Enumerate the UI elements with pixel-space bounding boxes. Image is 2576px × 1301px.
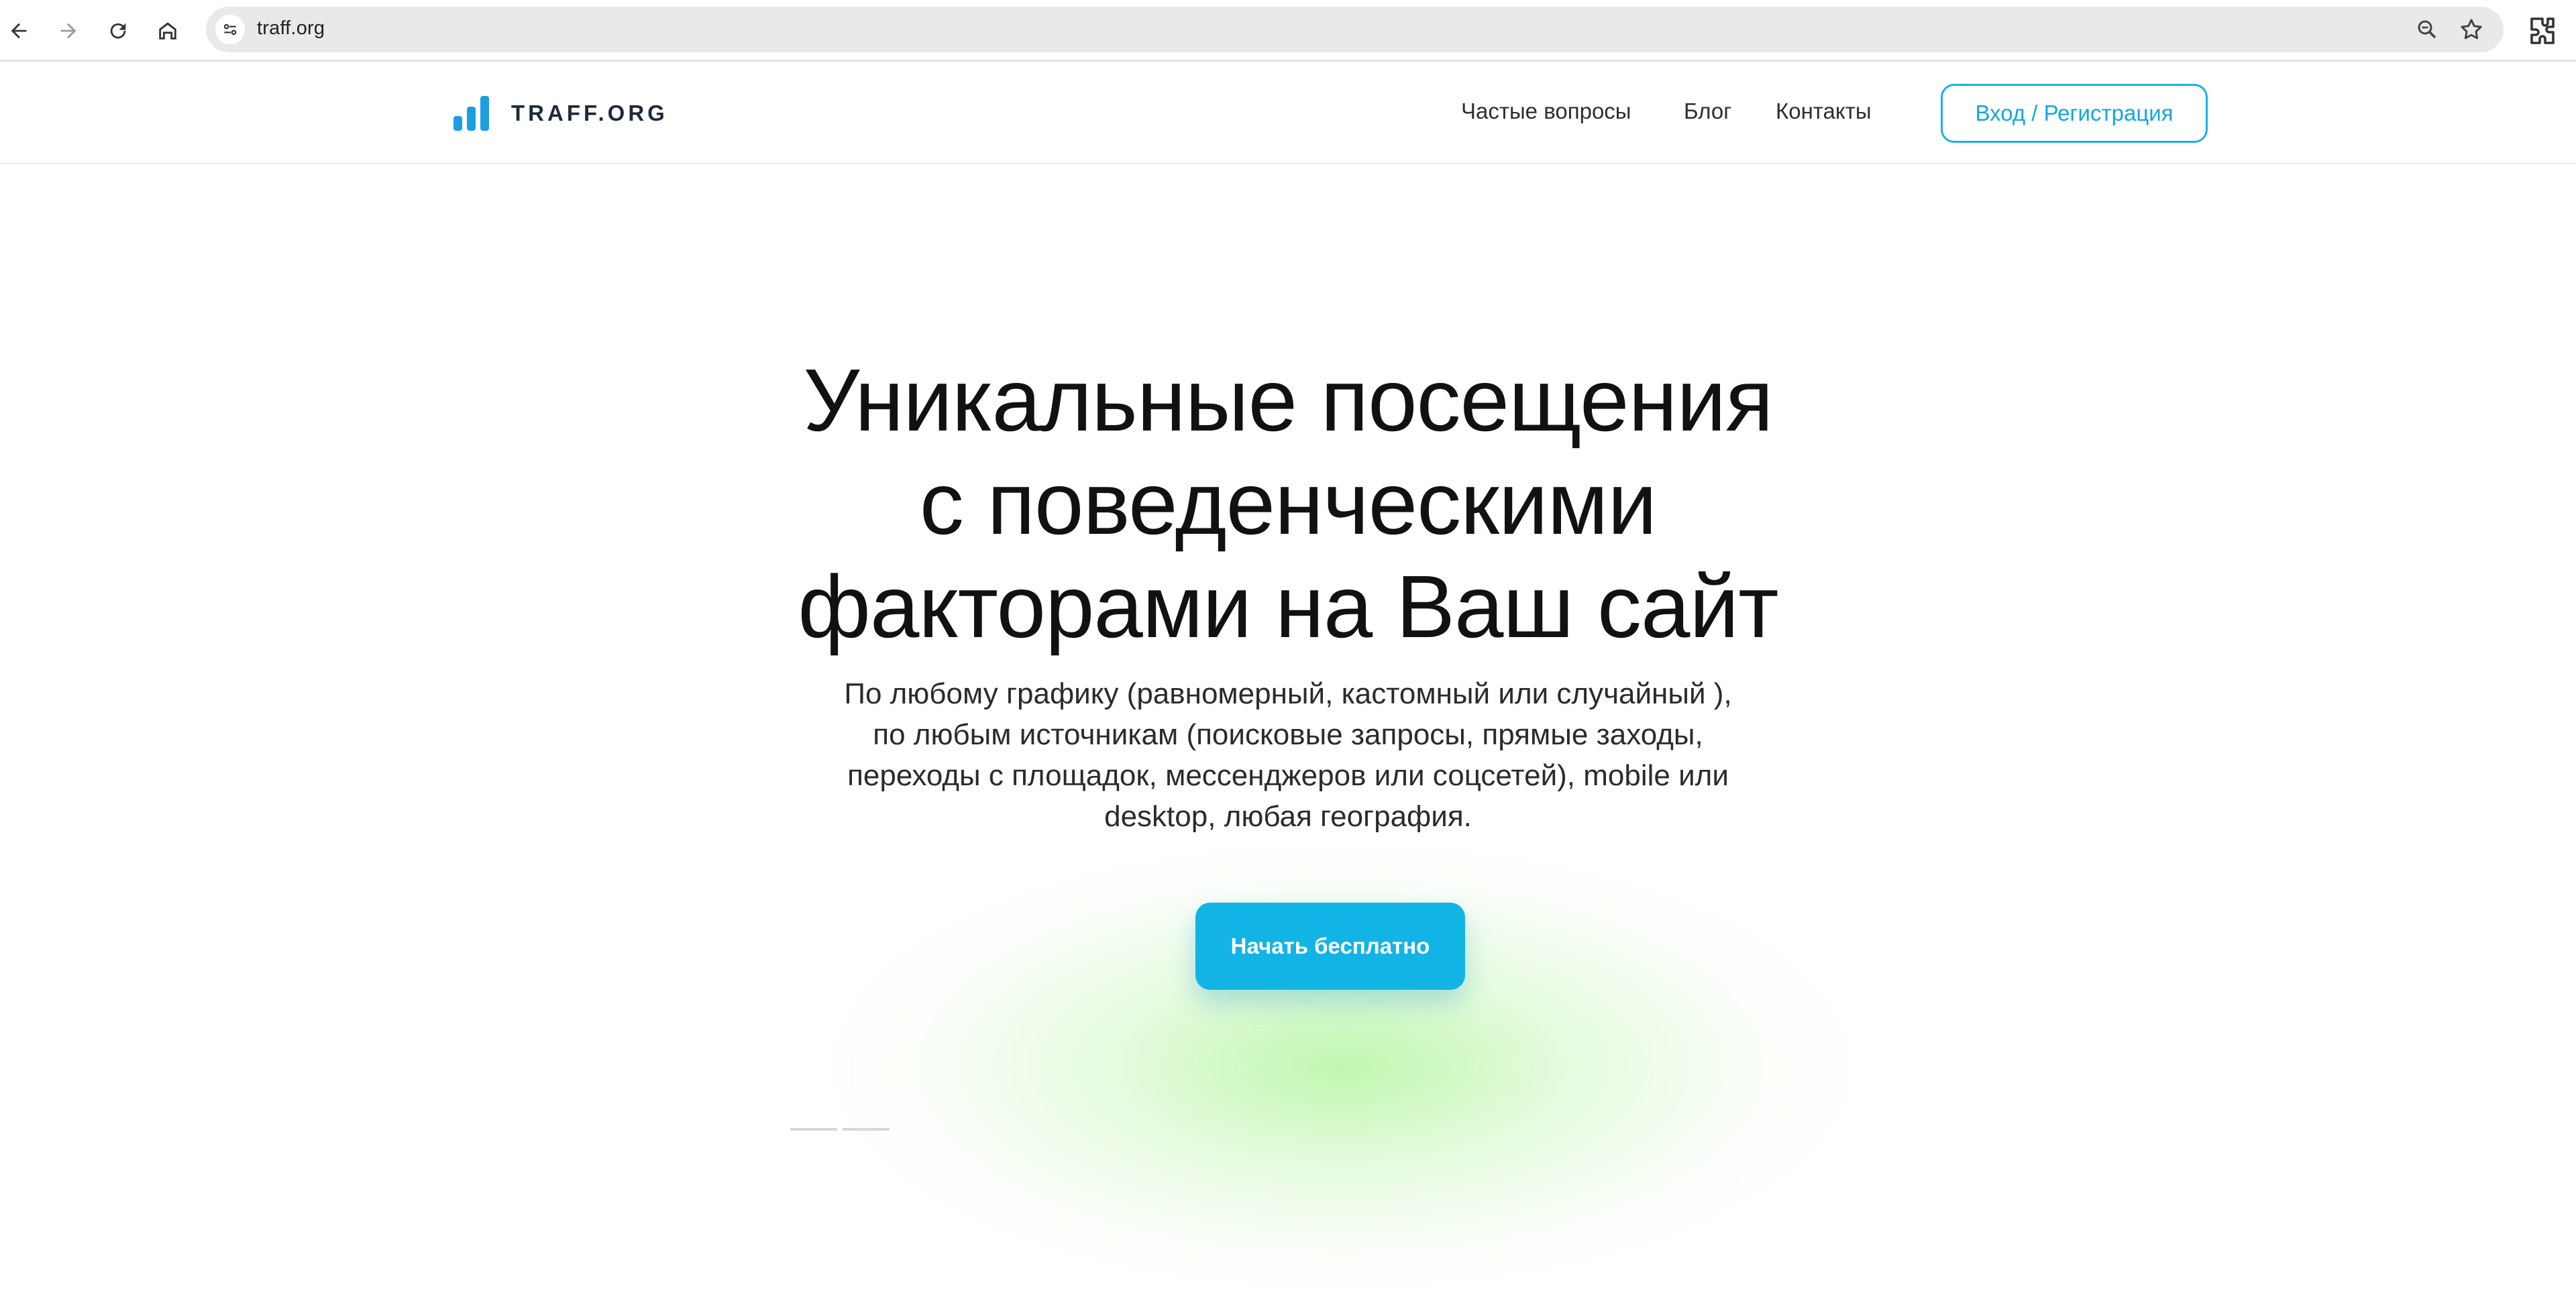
menu-item-faq[interactable]: Частые вопросы <box>1461 99 1631 124</box>
home-icon <box>159 22 176 40</box>
reload-icon <box>110 23 126 39</box>
menu-item-contacts[interactable]: Контакты <box>1776 99 1872 124</box>
zoom-icon[interactable] <box>2415 17 2439 42</box>
hero-title-line: с поведенческими <box>919 454 1657 553</box>
browser-toolbar: traff.org <box>0 0 2576 62</box>
url-text[interactable]: traff.org <box>257 17 325 40</box>
hero-subtitle-line: По любому графику (равномерный, кастомны… <box>844 677 1732 710</box>
reload-button[interactable] <box>102 15 134 47</box>
hero-title-line: Уникальные посещения <box>803 351 1773 449</box>
site-header: TRAFF.ORG Частые вопросы Блог Контакты В… <box>0 64 2576 164</box>
hero-subtitle-line: переходы с площадок, мессенджеров или со… <box>847 759 1729 792</box>
hero-title: Уникальные посещения с поведенческими фа… <box>0 349 2576 659</box>
hero-subtitle-line: по любым источникам (поисковые запросы, … <box>873 718 1703 751</box>
site-info-icon <box>223 23 237 36</box>
bookmark-star-icon[interactable] <box>2458 16 2485 43</box>
menu-item-blog[interactable]: Блог <box>1684 99 1731 124</box>
logo-text: TRAFF.ORG <box>511 101 668 125</box>
hero-title-line: факторами на Ваш сайт <box>798 557 1778 656</box>
content-peek <box>843 1128 890 1131</box>
content-peek <box>790 1128 837 1131</box>
back-button[interactable] <box>3 15 35 47</box>
back-arrow-icon <box>11 23 27 39</box>
logo-bars-icon <box>453 95 491 132</box>
hero-subtitle: По любому графику (равномерный, кастомны… <box>825 673 1751 837</box>
login-register-button[interactable]: Вход / Регистрация <box>1941 84 2208 143</box>
address-bar[interactable]: traff.org <box>206 7 2504 52</box>
extensions-icon[interactable] <box>2525 15 2557 47</box>
site-info-button[interactable] <box>215 15 245 44</box>
background-glow <box>805 832 1878 1301</box>
hero-subtitle-line: desktop, любая география. <box>1104 800 1472 833</box>
site-logo[interactable]: TRAFF.ORG <box>453 93 668 133</box>
forward-arrow-icon <box>60 23 76 39</box>
forward-button[interactable] <box>52 15 85 47</box>
start-free-button[interactable]: Начать бесплатно <box>1195 903 1465 990</box>
home-button[interactable] <box>152 15 184 47</box>
